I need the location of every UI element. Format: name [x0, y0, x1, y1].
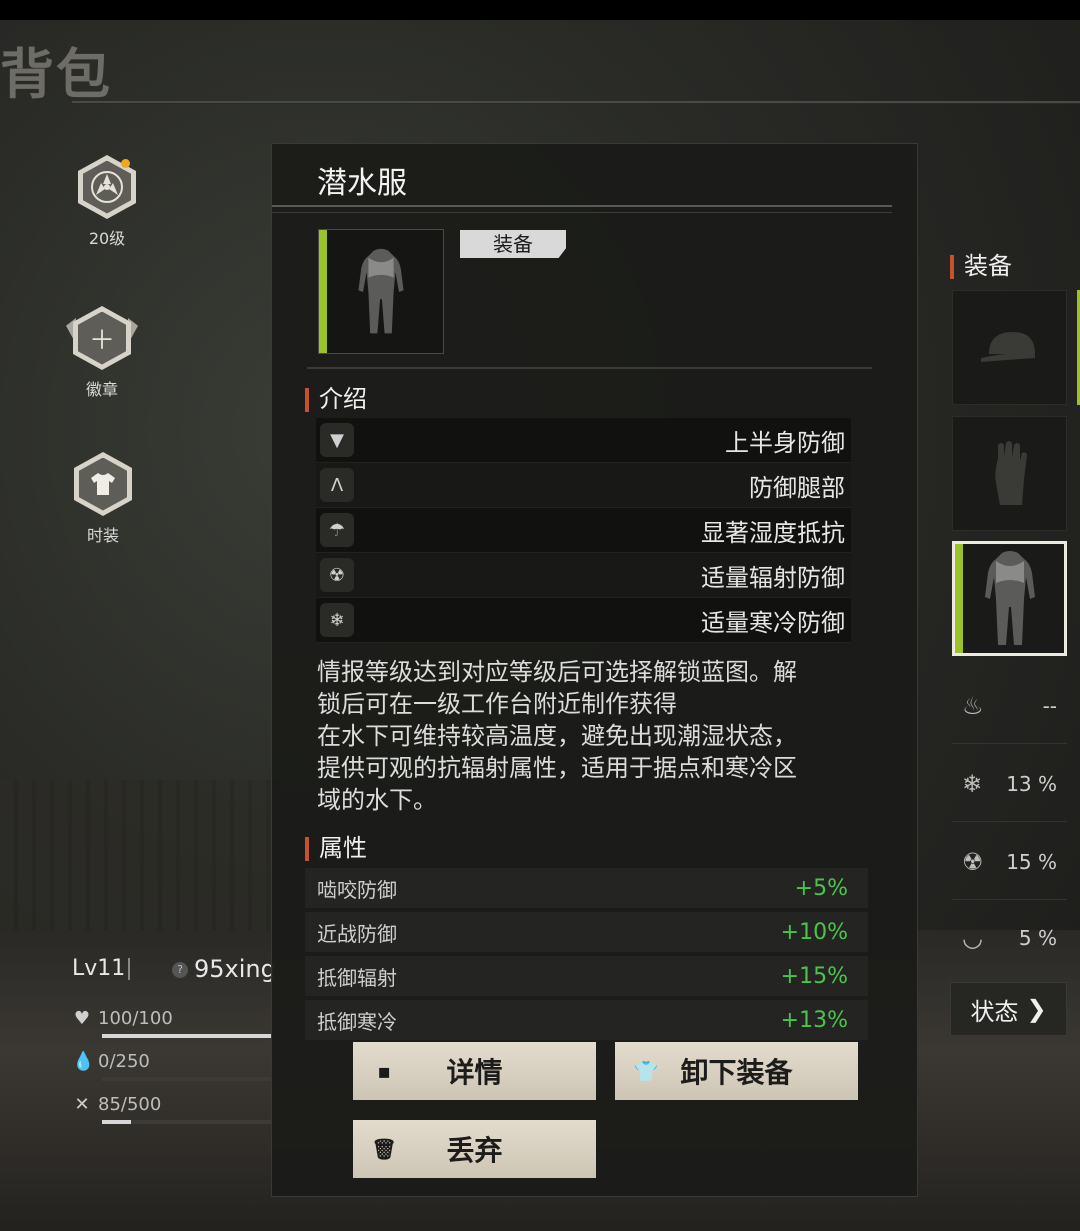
list-item: ❄ 适量寒冷防御 [316, 598, 851, 643]
health-stat: ♥ 100/100 [73, 1008, 173, 1029]
attribute-row: 啮咬防御 +5% [305, 868, 868, 908]
health-bar-fill [102, 1034, 272, 1038]
title-divider [72, 101, 1080, 104]
attribute-list: 啮咬防御 +5% 近战防御 +10% 抵御辐射 +15% 抵御寒冷 +13% [305, 868, 868, 1044]
snowflake-shield-icon: ❄ [320, 603, 354, 637]
intro-section-title: 介绍 [305, 379, 367, 414]
attribute-row: 抵御寒冷 +13% [305, 1000, 868, 1040]
state-button[interactable]: 状态 ❯ [950, 982, 1067, 1036]
book-icon: ▪ [377, 1059, 391, 1083]
help-icon: ? [172, 962, 188, 978]
intro-list: ▼ 上半身防御 Λ 防御腿部 ☂ 显著湿度抵抗 ☢ 适量辐射防御 ❄ 适量寒冷防… [316, 418, 851, 643]
attribute-row: 近战防御 +10% [305, 912, 868, 952]
rarity-indicator [955, 544, 963, 653]
sidebar-item-label: 20级 [88, 229, 126, 248]
title-divider [272, 205, 892, 207]
trash-icon: 🗑 [371, 1137, 397, 1161]
equipment-title: 装备 [950, 246, 1012, 281]
fang-icon: ◡ [962, 924, 983, 952]
list-item: Λ 防御腿部 [316, 463, 851, 508]
attribute-row: 抵御辐射 +15% [305, 956, 868, 996]
resistance-row: ♨ -- [952, 668, 1067, 744]
resistance-row: ☢ 15 % [952, 824, 1067, 900]
resistance-row: ◡ 5 % [962, 924, 1057, 952]
gasmask-icon: ☢ [962, 847, 984, 876]
section-divider [307, 367, 872, 369]
player-name: ? 95xing [172, 955, 276, 983]
rarity-indicator [319, 230, 327, 353]
title-divider-secondary [272, 212, 892, 213]
page-title: 背包 [0, 43, 112, 106]
item-detail-panel: 潜水服 装备 介绍 ▼ 上半身防御 Λ 防御腿部 ☂ 显著湿度抵抗 ☢ 适量辐射… [271, 143, 918, 1197]
water-drop-icon: 💧 [72, 1051, 95, 1072]
gasmask-shield-icon: ☢ [320, 558, 354, 592]
plus-icon: ＋ [88, 325, 115, 356]
glove-icon [994, 440, 1027, 505]
wetsuit-icon [984, 550, 1035, 645]
divider [128, 958, 130, 980]
legs-armor-icon: Λ [320, 468, 354, 502]
top-bar [0, 0, 1080, 20]
shirt-icon: 👕 [633, 1059, 659, 1083]
sidebar-item-label: 时装 [86, 526, 119, 545]
equip-type-tag: 装备 [460, 230, 566, 258]
torso-armor-icon: ▼ [320, 423, 354, 457]
sidebar-item-badge[interactable]: ＋ 徽章 [57, 306, 147, 400]
equipment-slot-hands[interactable] [952, 416, 1067, 531]
resistance-row: ❄ 13 % [952, 746, 1067, 822]
chevron-right-icon: ❯ [1026, 995, 1047, 1023]
snowflake-icon: ❄ [962, 769, 983, 798]
player-level: Lv11 [72, 956, 126, 981]
wetsuit-icon [358, 248, 404, 333]
attr-section-title: 属性 [305, 828, 367, 863]
fire-icon: ♨ [962, 691, 984, 720]
details-button[interactable]: ▪ 详情 [353, 1042, 596, 1100]
notification-dot [121, 159, 130, 168]
shirt-icon [91, 473, 115, 495]
food-stat: ✕ 85/500 [72, 1094, 161, 1115]
cap-icon [980, 331, 1035, 362]
item-description: 情报等级达到对应等级后可选择解锁蓝图。解 锁后可在一级工作台附近制作获得 在水下… [317, 658, 797, 814]
accent-bar [950, 255, 954, 279]
health-bar [102, 1034, 272, 1038]
sidebar-item-fashion[interactable]: 时装 [58, 452, 148, 546]
sidebar-item-level[interactable]: 20级 [62, 155, 152, 249]
umbrella-shield-icon: ☂ [320, 513, 354, 547]
water-stat: 💧 0/250 [72, 1051, 150, 1072]
accent-bar [305, 837, 309, 861]
unequip-button[interactable]: 👕 卸下装备 [615, 1042, 858, 1100]
list-item: ☢ 适量辐射防御 [316, 553, 851, 598]
fan-emblem-icon [91, 171, 123, 203]
food-bar [102, 1120, 272, 1124]
item-icon-box [318, 229, 444, 354]
list-item: ▼ 上半身防御 [316, 418, 851, 463]
water-bar [102, 1077, 272, 1081]
accent-bar [305, 388, 309, 412]
badge-emblem: ＋ [73, 306, 131, 370]
discard-button[interactable]: 🗑 丢弃 [353, 1120, 596, 1178]
equipment-slot-head[interactable] [952, 290, 1067, 405]
item-name: 潜水服 [317, 166, 407, 201]
heart-icon: ♥ [73, 1008, 91, 1029]
fashion-emblem [74, 452, 132, 516]
background-wall [0, 780, 280, 950]
fork-knife-icon: ✕ [74, 1094, 90, 1115]
food-bar-fill [102, 1120, 131, 1124]
list-item: ☂ 显著湿度抵抗 [316, 508, 851, 553]
equipment-slot-body[interactable] [952, 541, 1067, 656]
sidebar-item-label: 徽章 [85, 380, 118, 399]
